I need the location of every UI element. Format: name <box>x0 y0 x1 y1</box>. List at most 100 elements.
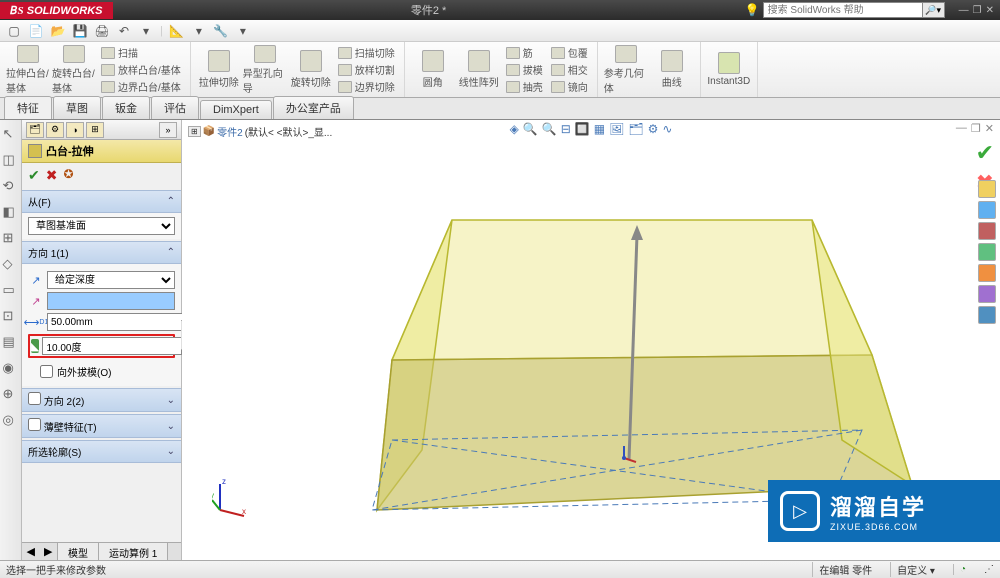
qa-save-icon[interactable]: 💾 <box>72 23 88 39</box>
reverse-dir-icon[interactable]: ↗ <box>28 273 44 287</box>
mirror-button[interactable]: 镜向 <box>548 79 591 95</box>
tab-model[interactable]: 模型 <box>58 543 99 560</box>
pm-tab-sensor[interactable]: ⊞ <box>86 122 104 138</box>
tab-sketch[interactable]: 草图 <box>53 96 101 119</box>
revolve-cut-button[interactable]: 旋转切除 <box>289 45 333 95</box>
draft-icon[interactable]: ◣ <box>31 339 39 353</box>
lt-icon[interactable]: ▭ <box>3 282 19 298</box>
breadcrumb[interactable]: ⊞ 📦 零件2 (默认< <默认>_显... <box>188 124 332 139</box>
section-dir2[interactable]: 方向 2(2)⌄ <box>22 388 181 412</box>
linear-pattern-button[interactable]: 线性阵列 <box>457 45 501 95</box>
hole-wizard-button[interactable]: 异型孔向导 <box>243 45 287 95</box>
wrap-button[interactable]: 包覆 <box>548 45 591 61</box>
intersect-button[interactable]: 相交 <box>548 62 591 78</box>
pm-pin-button[interactable]: ✪ <box>63 167 73 184</box>
taskpane-item[interactable] <box>978 180 996 198</box>
view-orient-icon[interactable]: ◈ <box>510 122 519 136</box>
pm-cancel-button[interactable]: ✖ <box>46 167 58 184</box>
confirm-ok-icon[interactable]: ✔ <box>976 140 994 166</box>
pm-tab-config[interactable]: ⚙ <box>46 122 64 138</box>
qa-print-icon[interactable]: 🖨 <box>94 23 110 39</box>
sweep-button[interactable]: 扫描 <box>98 45 184 61</box>
mdi-minimize-icon[interactable]: — <box>956 122 967 135</box>
lt-icon[interactable]: ◫ <box>3 152 19 168</box>
display-style-icon[interactable]: ▦ <box>594 122 605 136</box>
lt-icon[interactable]: ↖ <box>3 126 19 142</box>
instant3d-button[interactable]: Instant3D <box>707 45 751 95</box>
restore-button[interactable]: ❐ <box>973 5 982 16</box>
taskpane-item[interactable] <box>978 243 996 261</box>
search-button[interactable]: 🔎▾ <box>923 2 945 18</box>
sweep-cut-button[interactable]: 扫描切除 <box>335 45 398 61</box>
depth-input[interactable] <box>47 313 187 331</box>
lt-icon[interactable]: ⊞ <box>3 230 19 246</box>
appear-icon[interactable]: 🗂 <box>628 122 643 136</box>
tab-office[interactable]: 办公室产品 <box>273 96 354 119</box>
pm-tab-more[interactable]: » <box>159 122 177 138</box>
graphics-area[interactable]: ⊞ 📦 零件2 (默认< <默认>_显... ◈ 🔍 🔍 ⊟ 🔲 ▦ 🖼 🗂 ⚙… <box>182 120 1000 560</box>
fillet-button[interactable]: 圆角 <box>411 45 455 95</box>
loft-button[interactable]: 放样凸台/基体 <box>98 62 184 78</box>
tab-motion[interactable]: 运动算例 1 <box>99 543 168 560</box>
taskpane-item[interactable] <box>978 285 996 303</box>
qa-icon[interactable]: ▢ <box>6 23 22 39</box>
pm-ok-button[interactable]: ✔ <box>28 167 40 184</box>
revolve-boss-button[interactable]: 旋转凸台/基体 <box>52 45 96 95</box>
section-dir1[interactable]: 方向 1(1)⌃ <box>22 241 181 264</box>
mdi-restore-icon[interactable]: ❐ <box>971 122 981 135</box>
qa-options-icon[interactable]: 🔧 <box>213 23 229 39</box>
draft-button[interactable]: 拔模 <box>503 62 546 78</box>
from-combo[interactable]: 草图基准面 <box>28 217 175 235</box>
lt-icon[interactable]: ◉ <box>3 360 19 376</box>
section-contours[interactable]: 所选轮廓(S)⌄ <box>22 440 181 463</box>
search-input[interactable] <box>763 2 923 18</box>
thin-checkbox[interactable] <box>28 418 41 431</box>
mdi-close-icon[interactable]: ✕ <box>985 122 994 135</box>
minimize-button[interactable]: — <box>959 5 969 16</box>
pm-tab-feature[interactable]: 🗂 <box>26 122 44 138</box>
lt-icon[interactable]: ◧ <box>3 204 19 220</box>
taskpane-item[interactable] <box>978 222 996 240</box>
rib-button[interactable]: 筋 <box>503 45 546 61</box>
render-icon[interactable]: ∿ <box>662 122 672 136</box>
pm-tab-display[interactable]: ◑ <box>66 122 84 138</box>
close-button[interactable]: ✕ <box>986 5 994 16</box>
qa-undo-icon[interactable]: ↶ <box>116 23 132 39</box>
curves-button[interactable]: 曲线 <box>650 45 694 95</box>
taskpane-item[interactable] <box>978 201 996 219</box>
shell-button[interactable]: 抽壳 <box>503 79 546 95</box>
tab-features[interactable]: 特征 <box>4 96 52 119</box>
qa-drop3-icon[interactable]: ▾ <box>235 23 251 39</box>
extrude-cut-button[interactable]: 拉伸切除 <box>197 45 241 95</box>
boundary-cut-button[interactable]: 边界切除 <box>335 79 398 95</box>
tab-sheetmetal[interactable]: 钣金 <box>102 96 150 119</box>
lt-icon[interactable]: ⟲ <box>3 178 19 194</box>
lt-icon[interactable]: ◇ <box>3 256 19 272</box>
draft-input[interactable] <box>42 337 182 355</box>
settings-icon[interactable]: ⚙ <box>648 122 659 136</box>
tab-dimxpert[interactable]: DimXpert <box>200 100 272 119</box>
zoom-area-icon[interactable]: 🔍 <box>542 122 557 136</box>
qa-open-icon[interactable]: 📂 <box>50 23 66 39</box>
taskpane-item[interactable] <box>978 264 996 282</box>
lt-icon[interactable]: ▤ <box>3 334 19 350</box>
lt-icon[interactable]: ◎ <box>3 412 19 428</box>
loft-cut-button[interactable]: 放样切割 <box>335 62 398 78</box>
extrude-boss-button[interactable]: 拉伸凸台/基体 <box>6 45 50 95</box>
endcond-combo[interactable]: 给定深度 <box>47 271 175 289</box>
qa-drop-icon[interactable]: ▾ <box>138 23 154 39</box>
section-from[interactable]: 从(F)⌃ <box>22 190 181 213</box>
tab-evaluate[interactable]: 评估 <box>151 96 199 119</box>
section-thin[interactable]: 薄壁特征(T)⌄ <box>22 414 181 438</box>
qa-new-icon[interactable]: 📄 <box>28 23 44 39</box>
section-view-icon[interactable]: 🔲 <box>575 122 590 136</box>
dir-vector-icon[interactable]: ↗ <box>28 294 44 308</box>
ref-geom-button[interactable]: 参考几何体 <box>604 45 648 95</box>
zoom-fit-icon[interactable]: 🔍 <box>523 122 538 136</box>
qa-rebuild-icon[interactable]: 📐 <box>169 23 185 39</box>
lt-icon[interactable]: ⊡ <box>3 308 19 324</box>
dir-selection-box[interactable] <box>47 292 175 310</box>
custom-label[interactable]: 自定义 ▾ <box>890 562 941 577</box>
draft-outward-checkbox[interactable] <box>40 365 53 378</box>
qa-drop2-icon[interactable]: ▾ <box>191 23 207 39</box>
